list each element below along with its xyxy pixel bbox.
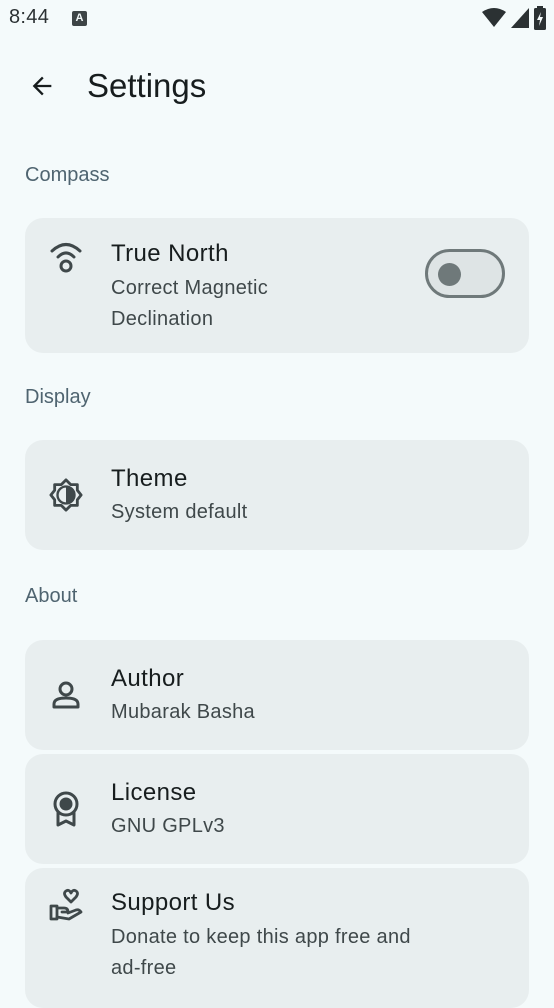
theme-subtitle: System default	[111, 501, 248, 523]
theme-title: Theme	[111, 465, 188, 492]
author-subtitle: Mubarak Basha	[111, 701, 255, 723]
support-us-title: Support Us	[111, 889, 236, 916]
author-title: Author	[111, 665, 185, 692]
status-time: 8:44	[9, 6, 50, 28]
true-north-subtitle-line2: Declination	[111, 308, 214, 330]
page-title: Settings	[87, 67, 207, 104]
license-title: License	[111, 779, 197, 806]
wireless-tower-icon	[49, 240, 83, 274]
top-app-bar: Settings	[0, 52, 554, 120]
a-letter-icon: A	[72, 11, 87, 26]
true-north-title: True North	[111, 240, 229, 267]
support-us-subtitle-line1: Donate to keep this app free and	[111, 926, 411, 948]
section-header-display: Display	[25, 386, 91, 408]
volunteer-heart-icon	[49, 888, 83, 922]
setting-theme[interactable]: Theme System default	[25, 440, 529, 550]
back-button[interactable]	[18, 62, 66, 110]
status-icons	[482, 6, 546, 30]
support-us-subtitle-line2: ad-free	[111, 957, 177, 979]
signal-icon	[511, 8, 529, 28]
true-north-toggle[interactable]	[425, 249, 505, 298]
setting-license[interactable]: License GNU GPLv3	[25, 754, 529, 864]
true-north-subtitle-line1: Correct Magnetic	[111, 277, 269, 299]
status-bar: 8:44 A	[0, 0, 554, 38]
license-badge-icon	[49, 791, 83, 827]
section-header-compass: Compass	[25, 164, 110, 186]
license-subtitle: GNU GPLv3	[111, 815, 225, 837]
setting-author[interactable]: Author Mubarak Basha	[25, 640, 529, 750]
brightness-icon	[49, 478, 83, 512]
person-icon	[49, 678, 83, 712]
setting-support-us[interactable]: Support Us Donate to keep this app free …	[25, 868, 529, 1008]
setting-true-north[interactable]: True North Correct Magnetic Declination	[25, 218, 529, 353]
battery-icon	[534, 6, 546, 30]
section-header-about: About	[25, 585, 78, 607]
wifi-icon	[482, 8, 506, 27]
arrow-back-icon	[32, 76, 52, 96]
toggle-knob	[438, 263, 461, 286]
